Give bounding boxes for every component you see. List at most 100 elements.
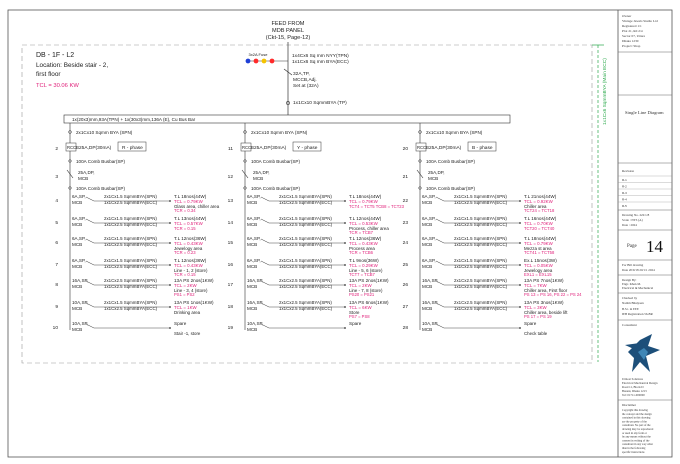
circuit-row: 7 6A,SP,MCB 2x1Cx1.5 SqmmBYA(SPN)1x1Cx2.5 … <box>55 258 208 277</box>
branch-mcb-2: MCB <box>428 176 438 181</box>
rccb-label: RCCB <box>242 145 254 150</box>
circuit-mcb-type: MCB <box>422 306 432 311</box>
circuit-breaker-icon <box>260 260 270 266</box>
rccb-number: 20 <box>403 146 409 152</box>
circuit-cable-ecc: 1x1Cx2.5 SqmmBYA(ECC) <box>454 264 508 269</box>
circuit-mcb-rating: 10A,SP, <box>72 321 88 326</box>
circuit-end-node-icon <box>169 327 171 329</box>
circuit-mcb-rating: 6A,SP, <box>422 194 436 199</box>
circuit-mcb-type: MCB <box>72 200 82 205</box>
circuit-row: 19 10A,SP,MCB Spare <box>228 321 362 332</box>
circuit-row: 23 6A,SP,MCB 2x1Cx1.5 SqmmBYA(SPN)1x1Cx2.5… <box>403 216 557 231</box>
circuit-cable-phase: 2x1Cx1.5 SqmmBYA(SPN) <box>279 194 332 199</box>
circuit-mcb-rating: 16A,SP, <box>72 278 88 283</box>
phase-label: R - phase <box>122 145 143 151</box>
circuit-cable-phase: 2x1Cx1.5 SqmmBYA(SPN) <box>454 194 507 199</box>
circuit-cable-ecc: 1x1Cx2.5 SqmmBYA(ECC) <box>454 222 508 227</box>
circuit-cable-ecc: 1x1Cx2.5 SqmmBYA(ECC) <box>279 284 333 289</box>
circuit-number: 27 <box>403 304 409 310</box>
circuit-number: 17 <box>228 282 234 288</box>
circuit-cable-phase: 2x1Cx1.5 SqmmBYA(SPN) <box>104 194 157 199</box>
circuit-point-ref: TCT20 = TCT40 <box>524 226 555 231</box>
circuit-number: 10 <box>53 325 59 331</box>
circuit-cable-phase: 2x1Cx1.5 SqmmBYA(SPN) <box>104 236 157 241</box>
circuit-number: 9 <box>55 304 58 310</box>
circuit-row: 6 6A,SP,MCB 2x1Cx1.5 SqmmBYA(SPN)1x1Cx2.5 … <box>55 236 206 255</box>
tb-drawing-no-1: Drawing No. 222/1/8 <box>622 213 650 217</box>
circuit-number: 7 <box>55 262 58 268</box>
circuit-end-node-icon <box>169 306 171 308</box>
revision-row: R-5 <box>622 204 627 208</box>
blue-lamp-icon <box>245 58 251 64</box>
circuit-mcb-type: MCB <box>247 264 257 269</box>
circuit-row: 16 6A,SP,MCB 2x1Cx1.5 SqmmBYA(SPN)1x1Cx2.5… <box>228 258 383 277</box>
circuit-mcb-rating: 6A,SP, <box>72 216 86 221</box>
circuit-cable-phase: 2x1Cx1.5 SqmmBYA(SPN) <box>104 258 157 263</box>
circuit-location: Line - 7, 8 (store) <box>349 288 383 293</box>
circuit-location: Chiller area <box>524 204 547 209</box>
tb-for-info-1: For Bill drawing <box>622 263 644 267</box>
circuit-breaker-icon <box>435 238 445 244</box>
main-breaker-1: 32A,TP, <box>293 71 310 77</box>
circuit-point-ref: TCT4 = TCT5 TCB8 = TCT23 <box>349 204 405 209</box>
circuit-number: 15 <box>228 240 234 246</box>
tb-note-line: or used in any form or <box>622 432 647 435</box>
circuit-row: 8 16A,SP,MCB 2x1Cx2.5 SqmmBYA(SPN)1x1Cx2.5… <box>55 278 214 297</box>
circuit-breaker-icon <box>435 218 445 224</box>
rccb-rating: 25A,DP(30mA) <box>254 145 287 151</box>
rccb-rating: 25A,DP(30mA) <box>429 145 462 151</box>
tb-client-7: Project: Shop <box>622 44 641 48</box>
circuit-mcb-rating: 16A,SP, <box>247 278 263 283</box>
circuit-location: Store <box>349 310 360 315</box>
tb-note-line: consultant in any way other <box>622 443 653 446</box>
circuit-row: 5 6A,SP,MCB 2x1Cx1.5 SqmmBYA(SPN)1x1Cx2.5 … <box>55 216 206 231</box>
tb-note-line: than in the following <box>622 447 646 450</box>
circuit-end-node-icon <box>169 222 171 224</box>
circuit-breaker-icon <box>435 302 445 308</box>
phase-branch-1: 2x1Cx10 Sqmm BYA (SPN) 2 RCCB 25A,DP(30mA) R… <box>53 123 220 336</box>
tb-note-line: contained in this drawing <box>622 417 651 420</box>
circuit-mcb-rating: 10A,SP, <box>422 321 438 326</box>
circuit-cable-ecc: 1x1Cx2.5 SqmmBYA(ECC) <box>279 242 333 247</box>
circuit-location: Process area <box>349 246 375 251</box>
circuit-mcb-rating: 6A,SP, <box>72 236 86 241</box>
circuit-end-node-icon <box>169 284 171 286</box>
feed-cable-1: 1x4Cx6 Sq mm NYY(TPN) <box>292 53 349 59</box>
branch-mcb-1: 25A,DP, <box>78 170 95 175</box>
revision-row: R-2 <box>622 185 627 189</box>
circuit-row: 13 6A,SP,MCB 2x1Cx1.5 SqmmBYA(SPN)1x1Cx2.5… <box>228 194 405 209</box>
earth-cable: 1x1Cx10 SqmmBYA (TP) <box>293 100 347 106</box>
circuit-cable-ecc: 1x1Cx2.5 SqmmBYA(ECC) <box>104 264 158 269</box>
circuit-cable-ecc: 1x1Cx2.5 SqmmBYA(ECC) <box>104 284 158 289</box>
title-block: Owner Vintage Jewels Studio Ltd Register… <box>618 14 672 454</box>
circuit-cable-phase: 2x1Cx2.5 SqmmBYA(SPN) <box>279 278 332 283</box>
single-line-diagram: FEED FROM MDB PANEL (Ckt-15, Page-12) 1x… <box>7 9 673 458</box>
circuit-row: 18 16A,SP,MCB 2x1Cx2.5 SqmmBYA(SPN)1x1Cx2.… <box>228 300 389 319</box>
circuit-end-node-icon <box>519 264 521 266</box>
circuit-number: 23 <box>403 220 409 226</box>
circuit-end-node-icon <box>519 306 521 308</box>
circuit-cable-phase: 2x1Cx2.5 SqmmBYA(SPN) <box>454 278 507 283</box>
circuit-mcb-type: MCB <box>247 327 257 332</box>
circuit-end-node-icon <box>519 200 521 202</box>
circuit-mcb-type: MCB <box>422 200 432 205</box>
circuit-cable-ecc: 1x1Cx2.5 SqmmBYA(ECC) <box>104 200 158 205</box>
revision-row: R-4 <box>622 198 627 202</box>
branch-mcb-1: 25A,DP, <box>253 170 270 175</box>
circuit-mcb-rating: 16A,SP, <box>422 300 438 305</box>
revision-row: R-1 <box>622 178 627 182</box>
circuit-cable-ecc: 1x1Cx2.5 SqmmBYA(ECC) <box>279 222 333 227</box>
tb-notes-head: Disclaimer <box>622 403 637 407</box>
circuit-mcb-rating: 16A,SP, <box>422 278 438 283</box>
circuit-end-node-icon <box>344 284 346 286</box>
circuit-cable-ecc: 1x1Cx2.5 SqmmBYA(ECC) <box>104 222 158 227</box>
feed-ref: (Ckt-15, Page-12) <box>266 35 311 41</box>
red-lamp-icon <box>253 58 259 64</box>
circuit-mcb-rating: 6A,SP, <box>422 216 436 221</box>
phase-label: Y - phase <box>297 145 318 151</box>
rccb-number: 2 <box>55 146 58 152</box>
phase-branch-3: 2x1Cx10 Sqmm BYA (SPN) 20 RCCB 25A,DP(30mA)… <box>403 123 582 336</box>
circuit-number: 22 <box>403 198 409 204</box>
circuit-number: 8 <box>55 282 58 288</box>
circuit-breaker-icon <box>260 218 270 224</box>
